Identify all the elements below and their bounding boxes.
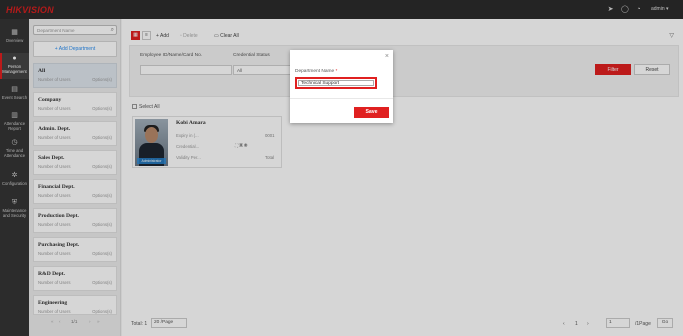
department-name-label-text: Department Name xyxy=(295,69,335,74)
save-button[interactable]: Save xyxy=(354,107,389,118)
required-mark: * xyxy=(335,69,338,74)
close-icon[interactable]: × xyxy=(385,53,389,60)
department-name-value[interactable]: Technical Support xyxy=(298,80,374,86)
department-name-input[interactable]: Technical Support xyxy=(295,77,377,89)
add-department-dialog: × Department Name * Technical Support Sa… xyxy=(290,50,393,123)
department-name-label: Department Name * xyxy=(295,69,337,74)
dialog-divider xyxy=(290,98,393,99)
